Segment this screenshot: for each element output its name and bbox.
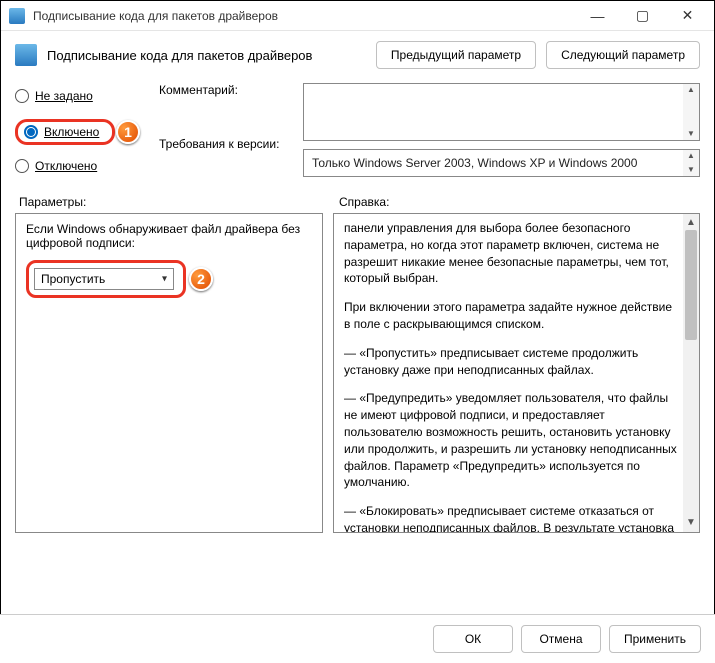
dropdown-highlight: Пропустить ▾ 2 (26, 260, 186, 298)
maximize-button[interactable]: ▢ (620, 2, 665, 30)
help-text: — «Блокировать» предписывает системе отк… (344, 503, 681, 533)
scroll-down-icon[interactable]: ▼ (683, 516, 699, 530)
help-text: панели управления для выбора более безоп… (344, 220, 681, 287)
ok-button[interactable]: ОК (433, 625, 513, 653)
help-scrollbar[interactable]: ▲ ▼ (683, 214, 699, 532)
comment-scrollbar[interactable]: ▲ ▼ (683, 84, 699, 140)
radio-disabled[interactable]: Отключено (15, 153, 145, 179)
radio-not-configured[interactable]: Не задано (15, 83, 145, 109)
annotation-marker-1: 1 (116, 120, 140, 144)
radio-disabled-label: Отключено (35, 159, 97, 173)
scrollbar-thumb[interactable] (685, 230, 697, 340)
policy-icon (15, 44, 37, 66)
scroll-up-icon[interactable]: ▲ (683, 216, 699, 230)
help-section-label: Справка: (339, 195, 696, 209)
scroll-down-icon[interactable]: ▼ (683, 128, 699, 140)
options-section-label: Параметры: (19, 195, 339, 209)
radio-enabled-highlight: Включено 1 (15, 119, 115, 145)
window-title: Подписывание кода для пакетов драйверов (33, 9, 575, 23)
help-panel: панели управления для выбора более безоп… (333, 213, 700, 533)
dropdown-selected-value: Пропустить (41, 272, 105, 286)
state-radio-group: Не задано Включено 1 Отключено (15, 83, 145, 179)
chevron-down-icon: ▾ (162, 274, 167, 285)
requirement-field: Только Windows Server 2003, Windows XP и… (303, 149, 700, 177)
comment-textarea[interactable]: ▲ ▼ (303, 83, 700, 141)
radio-not-configured-label: Не задано (35, 89, 93, 103)
requirement-value: Только Windows Server 2003, Windows XP и… (312, 156, 637, 170)
help-text: — «Предупредить» уведомляет пользователя… (344, 390, 681, 491)
next-setting-button[interactable]: Следующий параметр (546, 41, 700, 69)
minimize-button[interactable]: — (575, 2, 620, 30)
help-text: При включении этого параметра задайте ну… (344, 299, 681, 333)
cancel-button[interactable]: Отмена (521, 625, 601, 653)
policy-header: Подписывание кода для пакетов драйверов … (1, 31, 714, 79)
dialog-footer: ОК Отмена Применить (0, 614, 715, 663)
radio-enabled[interactable]: Включено (24, 125, 99, 139)
scroll-down-icon[interactable]: ▼ (683, 164, 699, 176)
app-icon (9, 8, 25, 24)
signing-action-dropdown[interactable]: Пропустить ▾ (34, 268, 174, 290)
options-prompt: Если Windows обнаруживает файл драйвера … (26, 222, 312, 250)
apply-button[interactable]: Применить (609, 625, 701, 653)
titlebar: Подписывание кода для пакетов драйверов … (1, 1, 714, 31)
scroll-up-icon[interactable]: ▲ (683, 150, 699, 162)
annotation-marker-2: 2 (189, 267, 213, 291)
policy-title: Подписывание кода для пакетов драйверов (47, 48, 366, 63)
options-panel: Если Windows обнаруживает файл драйвера … (15, 213, 323, 533)
help-text: — «Пропустить» предписывает системе прод… (344, 345, 681, 379)
previous-setting-button[interactable]: Предыдущий параметр (376, 41, 536, 69)
requirement-scrollbar[interactable]: ▲ ▼ (683, 150, 699, 176)
close-button[interactable]: ✕ (665, 2, 710, 30)
requirement-label: Требования к версии: (159, 137, 289, 151)
comment-label: Комментарий: (159, 83, 289, 97)
scroll-up-icon[interactable]: ▲ (683, 84, 699, 96)
radio-enabled-label: Включено (44, 125, 99, 139)
